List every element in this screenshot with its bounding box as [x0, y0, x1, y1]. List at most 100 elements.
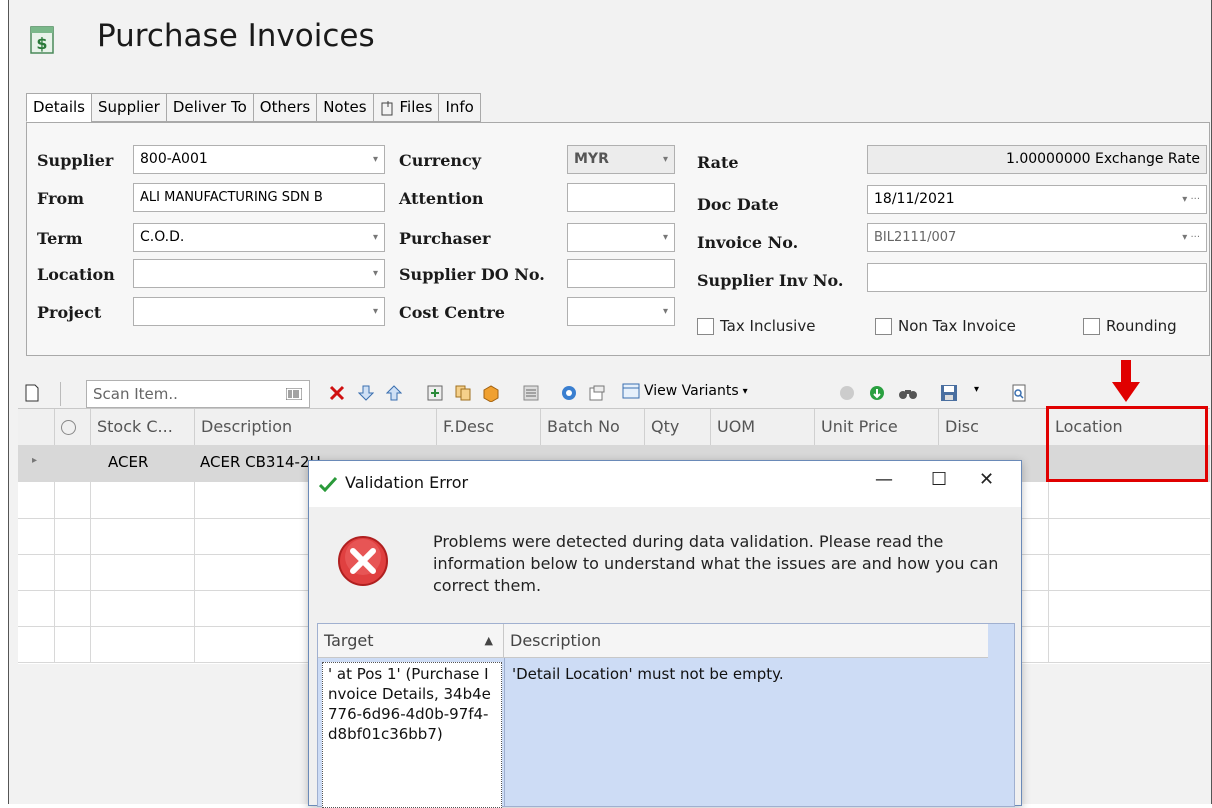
- rounding-checkbox[interactable]: Rounding: [1083, 317, 1177, 335]
- grid-header: Stock C... Description F.Desc Batch No Q…: [18, 408, 1210, 446]
- minimize-button[interactable]: —: [875, 469, 893, 490]
- tab-files[interactable]: Files: [372, 93, 439, 122]
- chevron-down-ellipsis-icon: ▾ ···: [1182, 194, 1200, 205]
- doc-date-value: 18/11/2021: [874, 191, 955, 207]
- column-qty[interactable]: Qty: [644, 409, 710, 445]
- location-highlight-box: [1046, 406, 1208, 482]
- chevron-down-icon: ▾: [662, 154, 668, 165]
- grid-line: [54, 445, 55, 662]
- term-combo[interactable]: C.O.D. ▾: [133, 223, 385, 252]
- view-variants-button[interactable]: View Variants ▾: [622, 383, 748, 399]
- non-tax-invoice-checkbox[interactable]: Non Tax Invoice: [875, 317, 1016, 335]
- red-arrow-annotation: [1112, 360, 1140, 402]
- supplier-combo[interactable]: 800-A001 ▾: [133, 145, 385, 174]
- doc-date-label: Doc Date: [697, 195, 779, 214]
- cost-centre-combo[interactable]: ▾: [567, 297, 675, 326]
- dialog-message: Problems were detected during data valid…: [433, 532, 999, 595]
- validation-error-dialog: Validation Error — ☐ ✕ Problems were det…: [308, 460, 1022, 808]
- refresh-icon[interactable]: [560, 384, 578, 402]
- chevron-down-icon: ▾: [372, 306, 378, 317]
- delete-icon[interactable]: [328, 384, 346, 402]
- close-button[interactable]: ✕: [979, 469, 994, 490]
- validation-table: Target ▲ Description ' at Pos 1' (Purcha…: [317, 623, 1015, 808]
- move-down-icon[interactable]: [358, 384, 374, 402]
- dialog-titlebar: Validation Error — ☐ ✕: [309, 461, 1021, 507]
- tab-bar: Details Supplier Deliver To Others Notes…: [26, 93, 481, 122]
- chevron-down-ellipsis-icon: ▾ ···: [1182, 232, 1200, 243]
- column-description[interactable]: Description: [194, 409, 436, 445]
- project-combo[interactable]: ▾: [133, 297, 385, 326]
- tab-details[interactable]: Details: [26, 93, 92, 122]
- currency-label: Currency: [399, 151, 482, 170]
- save-icon[interactable]: [940, 384, 958, 402]
- attachment-icon: [381, 100, 393, 115]
- maximize-button[interactable]: ☐: [931, 469, 947, 490]
- toolbar-divider: [60, 382, 61, 406]
- sort-ascending-icon: ▲: [484, 634, 493, 647]
- tab-deliver-to[interactable]: Deliver To: [165, 93, 253, 122]
- non-tax-invoice-label: Non Tax Invoice: [898, 317, 1016, 335]
- grid-line: [194, 445, 195, 662]
- radio-circle-icon: [61, 420, 76, 435]
- row-stock-code: ACER: [108, 453, 149, 471]
- chevron-down-icon: ▾: [372, 232, 378, 243]
- invoice-no-field[interactable]: BIL2111/007 ▾ ···: [867, 223, 1207, 252]
- doc-date-picker[interactable]: 18/11/2021 ▾ ···: [867, 185, 1207, 214]
- check-mark-icon: [319, 476, 337, 492]
- window-icon[interactable]: [588, 384, 606, 402]
- add-circle-icon[interactable]: [868, 384, 886, 402]
- dialog-title: Validation Error: [345, 473, 469, 492]
- column-description[interactable]: Description: [504, 624, 988, 658]
- project-label: Project: [37, 303, 102, 322]
- scan-item-input[interactable]: Scan Item..: [86, 380, 310, 408]
- from-field[interactable]: ALI MANUFACTURING SDN B: [133, 183, 385, 212]
- supplier-do-label: Supplier DO No.: [399, 265, 545, 284]
- supplier-do-field[interactable]: [567, 259, 675, 288]
- disabled-circle-icon[interactable]: [838, 384, 856, 402]
- supplier-value: 800-A001: [140, 151, 208, 167]
- tab-supplier[interactable]: Supplier: [91, 93, 166, 122]
- search-document-icon[interactable]: [1010, 384, 1028, 402]
- chevron-down-icon: ▾: [372, 268, 378, 279]
- tab-notes[interactable]: Notes: [316, 93, 373, 122]
- copy-icon[interactable]: [454, 384, 472, 402]
- location-combo[interactable]: ▾: [133, 259, 385, 288]
- binoculars-icon[interactable]: [898, 384, 918, 402]
- currency-value: MYR: [574, 151, 609, 167]
- move-up-icon[interactable]: [386, 384, 402, 402]
- purchaser-label: Purchaser: [399, 229, 491, 248]
- tab-info[interactable]: Info: [438, 93, 481, 122]
- select-all-radio[interactable]: [54, 409, 90, 445]
- tax-inclusive-checkbox[interactable]: Tax Inclusive: [697, 317, 815, 335]
- new-document-icon[interactable]: [24, 384, 40, 402]
- column-divider: [504, 658, 505, 806]
- import-icon[interactable]: [426, 384, 444, 402]
- location-label: Location: [37, 265, 115, 284]
- term-label: Term: [37, 229, 83, 248]
- row-description: ACER CB314-2H: [200, 453, 321, 471]
- column-uom[interactable]: UOM: [710, 409, 814, 445]
- column-target[interactable]: Target ▲: [318, 624, 504, 658]
- list-icon[interactable]: [522, 384, 540, 402]
- purchaser-combo[interactable]: ▾: [567, 223, 675, 252]
- row-target: ' at Pos 1' (Purchase Invoice Details, 3…: [328, 665, 491, 743]
- column-stock-code[interactable]: Stock C...: [90, 409, 194, 445]
- rate-label: Rate: [697, 153, 739, 172]
- checkbox-box: [1083, 317, 1100, 335]
- chevron-down-icon: ▾: [662, 306, 668, 317]
- package-icon[interactable]: [482, 384, 500, 402]
- attention-field[interactable]: [567, 183, 675, 212]
- barcode-icon[interactable]: [286, 388, 302, 400]
- chevron-down-icon[interactable]: ▾: [974, 384, 979, 395]
- invoice-no-value: BIL2111/007: [874, 230, 957, 245]
- rate-field[interactable]: 1.00000000 Exchange Rate: [867, 145, 1207, 174]
- column-batch-no[interactable]: Batch No: [540, 409, 644, 445]
- invoice-dollar-icon: $: [30, 26, 54, 54]
- column-unit-price[interactable]: Unit Price: [814, 409, 938, 445]
- details-panel: Supplier 800-A001 ▾ From ALI MANUFACTURIN…: [26, 122, 1210, 356]
- column-f-desc[interactable]: F.Desc: [436, 409, 540, 445]
- column-disc[interactable]: Disc: [938, 409, 1048, 445]
- tab-others[interactable]: Others: [252, 93, 317, 122]
- supplier-inv-field[interactable]: [867, 263, 1207, 292]
- currency-combo[interactable]: MYR ▾: [567, 145, 675, 174]
